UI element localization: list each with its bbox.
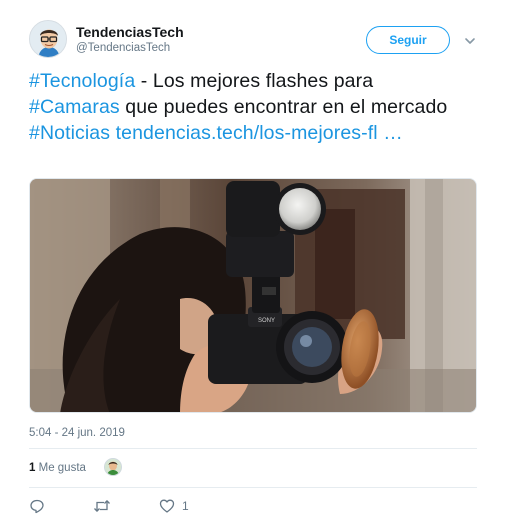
likes-label: Me gusta [38, 462, 86, 474]
follow-button[interactable]: Seguir [366, 26, 450, 54]
tweet-text-segment: que puedes encontrar en el mercado [119, 96, 448, 118]
retweet-icon [94, 500, 110, 512]
tweet-text: #Tecnología - Los mejores flashes para #… [29, 68, 469, 146]
avatar-illustration [30, 21, 66, 57]
photo-illustration: SONY [30, 179, 476, 412]
hashtag-noticias[interactable]: #Noticias [29, 122, 110, 144]
liker-avatar-illustration [105, 459, 121, 475]
reply-button[interactable] [29, 497, 52, 515]
tweet-url-link[interactable]: tendencias.tech/los-mejores-fl [116, 122, 378, 144]
user-handle[interactable]: @TendenciasTech [76, 42, 170, 54]
chevron-down-icon[interactable] [464, 34, 476, 46]
liker-avatar[interactable] [104, 458, 122, 476]
divider [29, 448, 477, 449]
hashtag-tecnologia[interactable]: #Tecnología [29, 70, 135, 92]
tweet-timestamp[interactable]: 5:04 - 24 jun. 2019 [29, 427, 125, 439]
tweet-text-segment: - Los mejores flashes para [135, 70, 374, 92]
tweet-card: TendenciasTech @TendenciasTech Seguir #T… [0, 0, 505, 532]
likes-count[interactable]: 1 Me gusta [29, 462, 86, 474]
heart-icon [159, 499, 175, 513]
like-button[interactable]: 1 [159, 497, 189, 515]
hashtag-camaras[interactable]: #Camaras [29, 96, 120, 118]
like-count: 1 [182, 499, 189, 513]
divider [29, 487, 477, 488]
tweet-media-photo[interactable]: SONY [29, 178, 477, 413]
link-ellipsis[interactable]: … [378, 122, 403, 144]
retweet-button[interactable] [93, 497, 118, 515]
user-name[interactable]: TendenciasTech [76, 24, 184, 40]
reply-icon [30, 499, 44, 514]
svg-text:SONY: SONY [258, 318, 275, 324]
user-avatar[interactable] [29, 20, 67, 58]
likes-number: 1 [29, 462, 36, 474]
